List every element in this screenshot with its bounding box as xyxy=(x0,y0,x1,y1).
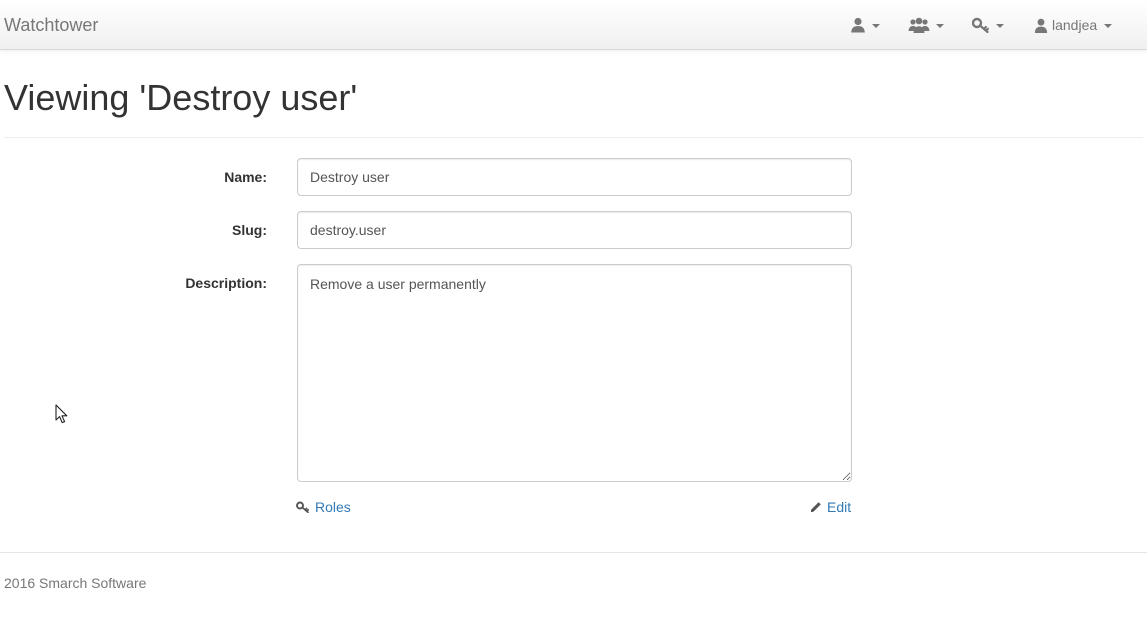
description-label: Description: xyxy=(185,275,267,291)
chevron-down-icon xyxy=(996,23,1004,28)
user-icon xyxy=(1034,18,1048,33)
slug-label: Slug: xyxy=(232,222,267,238)
edit-link-label: Edit xyxy=(827,499,852,515)
account-username: landjea xyxy=(1052,17,1098,33)
edit-link[interactable]: Edit xyxy=(810,496,851,518)
brand-link[interactable]: Watchtower xyxy=(4,14,98,36)
title-divider xyxy=(4,137,1143,138)
roles-link[interactable]: Roles xyxy=(296,496,351,518)
users-menu-dropdown[interactable] xyxy=(850,0,880,50)
chevron-down-icon xyxy=(1104,23,1113,28)
key-icon xyxy=(296,501,315,513)
name-label: Name: xyxy=(224,169,267,185)
pencil-icon xyxy=(810,501,827,513)
description-field[interactable]: Remove a user permanently xyxy=(297,264,852,482)
user-icon xyxy=(850,17,866,33)
users-icon xyxy=(908,17,930,33)
chevron-down-icon xyxy=(936,23,944,28)
page-title: Viewing 'Destroy user' xyxy=(4,77,358,118)
account-menu-dropdown[interactable]: landjea xyxy=(1034,0,1113,50)
groups-menu-dropdown[interactable] xyxy=(908,0,944,50)
mouse-cursor-icon xyxy=(55,404,68,429)
footer-copyright: 2016 Smarch Software xyxy=(4,575,147,591)
footer-divider xyxy=(0,552,1147,553)
roles-link-label: Roles xyxy=(315,499,351,515)
chevron-down-icon xyxy=(872,23,880,28)
top-navbar: Watchtower landjea xyxy=(0,0,1147,50)
permissions-menu-dropdown[interactable] xyxy=(972,0,1004,50)
slug-field[interactable] xyxy=(297,211,852,249)
name-field[interactable] xyxy=(297,158,852,196)
key-icon xyxy=(972,17,990,33)
